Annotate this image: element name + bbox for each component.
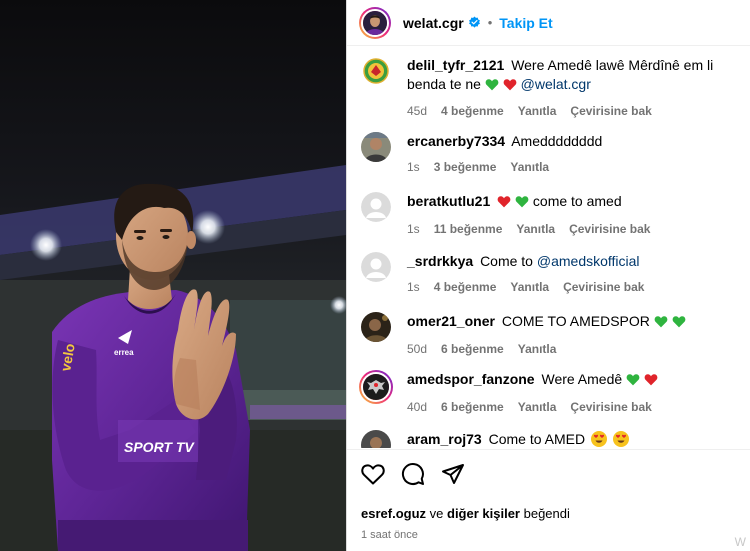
green-heart-icon (626, 372, 640, 391)
comment-username[interactable]: delil_tyfr_2121 (407, 57, 504, 73)
verified-badge-icon (468, 16, 481, 29)
player-photo-illustration: errea velo SPORT TV (0, 0, 346, 551)
comment-item: amedspor_fanzone Were Amedê 40d 6 beğenm… (347, 370, 750, 414)
comment-time: 40d (407, 400, 428, 414)
translate-button[interactable]: Çevirisine bak (569, 222, 650, 236)
comment-item: _srdrkkya Come to @amedskofficial 1s 4 b… (347, 252, 750, 294)
post-time: 1 saat önce (361, 529, 418, 541)
green-heart-icon (515, 194, 529, 213)
translate-button[interactable]: Çevirisine bak (570, 400, 651, 414)
red-heart-icon (644, 372, 658, 391)
author-avatar[interactable] (359, 6, 391, 39)
share-paper-plane-icon[interactable] (441, 463, 465, 488)
comment-username[interactable]: amedspor_fanzone (407, 371, 535, 387)
default-avatar-icon (361, 192, 391, 222)
comment-likes[interactable]: 4 beğenme (434, 280, 497, 294)
post-photo[interactable]: errea velo SPORT TV (0, 0, 346, 551)
comments-list[interactable]: delil_tyfr_2121 Were Amedê lawê Mêrdînê … (347, 46, 750, 448)
comment-avatar[interactable] (361, 56, 391, 86)
comment-username[interactable]: beratkutlu21 (407, 193, 490, 209)
comment-mention-link[interactable]: @amedskofficial (537, 253, 640, 269)
default-avatar-icon (361, 252, 391, 282)
follow-button[interactable]: Takip Et (499, 15, 552, 31)
heart-eyes-emoji-icon (590, 431, 607, 447)
jersey-chest-text: SPORT TV (124, 439, 195, 455)
photo-person-avatar-icon (361, 430, 391, 448)
comment-avatar[interactable] (361, 192, 391, 222)
author-avatar-image (363, 10, 387, 35)
liked-by-user[interactable]: esref.oguz (361, 506, 426, 521)
comment-username[interactable]: _srdrkkya (407, 253, 473, 269)
comment-avatar[interactable] (361, 132, 391, 162)
comment-avatar[interactable] (361, 312, 391, 342)
comment-avatar[interactable] (359, 370, 393, 404)
reply-button[interactable]: Yanıtla (518, 342, 557, 356)
eagle-avatar-icon (363, 374, 389, 400)
reply-button[interactable]: Yanıtla (518, 104, 557, 118)
comment-time: 1s (407, 280, 420, 294)
green-heart-icon (485, 77, 499, 96)
green-heart-icon (654, 314, 668, 333)
comment-likes[interactable]: 11 beğenme (434, 222, 503, 236)
photo-person-avatar-icon (361, 132, 391, 162)
translate-button[interactable]: Çevirisine bak (563, 280, 644, 294)
post-header: welat.cgr • Takip Et (347, 0, 750, 46)
jersey-sponsor: errea (114, 348, 134, 357)
comment-text: come to amed (532, 193, 622, 209)
translate-button[interactable]: Çevirisine bak (570, 104, 651, 118)
comment-time: 45d (407, 104, 428, 118)
watermark: W (734, 535, 746, 549)
like-heart-icon[interactable] (361, 463, 385, 488)
liked-by-suffix: beğendi (523, 506, 570, 521)
comment-likes[interactable]: 6 beğenme (441, 342, 504, 356)
comment-avatar[interactable] (361, 430, 391, 448)
comment-time: 1s (407, 160, 420, 174)
comment-username[interactable]: aram_roj73 (407, 431, 482, 447)
green-heart-icon (672, 314, 686, 333)
liked-by-connector: ve (429, 506, 444, 521)
comment-text: Come to AMED (488, 431, 586, 447)
comment-text: Come to (480, 253, 533, 269)
comment-mention-link[interactable]: @welat.cgr (521, 76, 591, 92)
reply-button[interactable]: Yanıtla (518, 400, 557, 414)
comment-text: COME TO AMEDSPOR (501, 313, 650, 329)
heart-eyes-emoji-icon (612, 431, 629, 447)
comment-likes[interactable]: 4 beğenme (441, 104, 504, 118)
reply-button[interactable]: Yanıtla (510, 160, 549, 174)
comment-item: beratkutlu21 come to amed 1s 11 beğenme … (347, 192, 750, 236)
comment-item: ercanerby7334 Amedddddddd 1s 3 beğenme Y… (347, 132, 750, 174)
comment-avatar[interactable] (361, 252, 391, 282)
comment-item: aram_roj73 Come to AMED (347, 430, 750, 448)
red-heart-icon (503, 77, 517, 96)
red-heart-icon (497, 194, 511, 213)
comment-time: 1s (407, 222, 420, 236)
post-side-panel: welat.cgr • Takip Et delil_tyfr_2121 Wer… (346, 0, 750, 551)
comment-text: Amedddddddd (511, 133, 603, 149)
author-username[interactable]: welat.cgr (403, 15, 464, 31)
comment-username[interactable]: ercanerby7334 (407, 133, 505, 149)
comment-time: 50d (407, 342, 428, 356)
header-separator: • (487, 15, 493, 30)
reply-button[interactable]: Yanıtla (510, 280, 549, 294)
post-actions: esref.oguz ve diğer kişiler beğendi 1 sa… (347, 449, 750, 541)
photo-dark-avatar-icon (361, 312, 391, 342)
comment-text: Were Amedê (541, 371, 623, 387)
liked-by-line: esref.oguz ve diğer kişiler beğendi (361, 506, 737, 521)
comment-item: delil_tyfr_2121 Were Amedê lawê Mêrdînê … (347, 56, 750, 118)
comment-item: omer21_oner COME TO AMEDSPOR 50d 6 beğen… (347, 312, 750, 356)
liked-by-others[interactable]: diğer kişiler (447, 506, 520, 521)
green-emblem-avatar-icon (361, 56, 391, 86)
comment-likes[interactable]: 6 beğenme (441, 400, 504, 414)
comment-likes[interactable]: 3 beğenme (434, 160, 497, 174)
comment-username[interactable]: omer21_oner (407, 313, 495, 329)
comment-bubble-icon[interactable] (401, 462, 425, 489)
reply-button[interactable]: Yanıtla (516, 222, 555, 236)
